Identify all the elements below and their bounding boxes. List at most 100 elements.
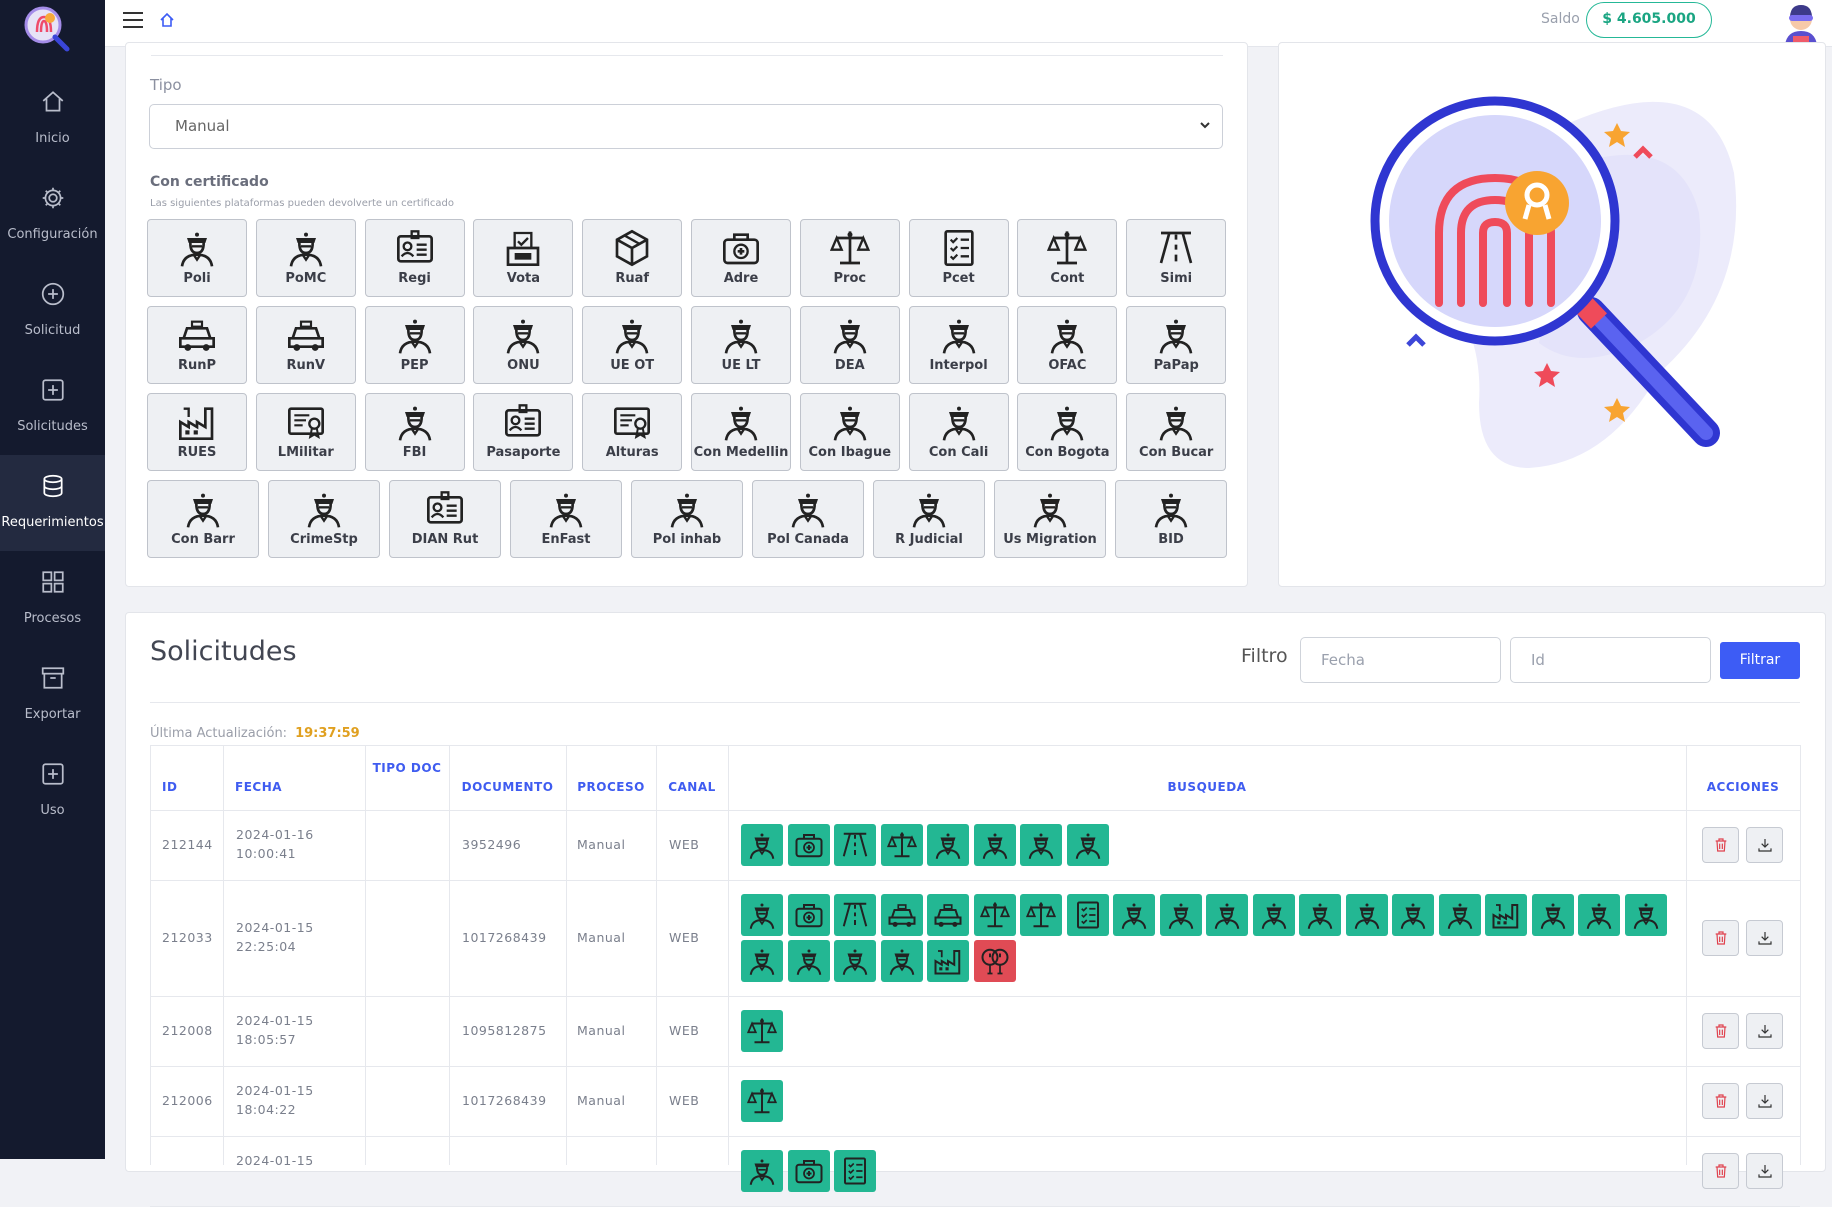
- busqueda-chip[interactable]: [1438, 894, 1481, 936]
- platform-cont[interactable]: Cont: [1017, 219, 1118, 297]
- column-header[interactable]: FECHA: [223, 778, 365, 796]
- fecha-filter-input[interactable]: Fecha: [1300, 637, 1501, 683]
- saldo-button[interactable]: $ 4.605.000: [1586, 2, 1712, 38]
- platform-poli[interactable]: Poli: [147, 219, 247, 297]
- busqueda-chip[interactable]: [1252, 894, 1295, 936]
- column-header[interactable]: PROCESO: [566, 778, 656, 796]
- nav-item-solicitudes[interactable]: Solicitudes: [0, 359, 105, 455]
- busqueda-chip[interactable]: [927, 940, 969, 982]
- home-icon[interactable]: [159, 12, 175, 28]
- busqueda-chip[interactable]: [741, 1010, 783, 1052]
- busqueda-chip[interactable]: [834, 894, 876, 936]
- platform-runp[interactable]: RunP: [147, 306, 247, 384]
- nav-item-configuración[interactable]: Configuración: [0, 167, 105, 263]
- platform-rues[interactable]: RUES: [147, 393, 247, 471]
- platform-fbi[interactable]: FBI: [364, 393, 465, 471]
- busqueda-chip[interactable]: [741, 894, 783, 936]
- delete-button[interactable]: [1702, 1013, 1739, 1049]
- column-header[interactable]: CANAL: [656, 778, 728, 796]
- column-header[interactable]: ACCIONES: [1686, 778, 1800, 796]
- nav-item-procesos[interactable]: Procesos: [0, 551, 105, 647]
- platform-con-bogota[interactable]: Con Bogota: [1017, 393, 1118, 471]
- platform-dea[interactable]: DEA: [799, 306, 900, 384]
- platform-ue-lt[interactable]: UE LT: [691, 306, 791, 384]
- busqueda-chip[interactable]: [787, 894, 830, 936]
- delete-button[interactable]: [1702, 1153, 1739, 1189]
- busqueda-chip[interactable]: [973, 824, 1016, 866]
- platform-papap[interactable]: PaPap: [1126, 306, 1227, 384]
- platform-runv[interactable]: RunV: [255, 306, 356, 384]
- delete-button[interactable]: [1702, 920, 1739, 956]
- column-header[interactable]: BUSQUEDA: [728, 778, 1686, 796]
- busqueda-chip[interactable]: [741, 1080, 783, 1122]
- platform-ruaf[interactable]: Ruaf: [582, 219, 683, 297]
- platform-ue-ot[interactable]: UE OT: [582, 306, 683, 384]
- busqueda-chip[interactable]: [1066, 894, 1109, 936]
- platform-alturas[interactable]: Alturas: [582, 393, 683, 471]
- platform-ofac[interactable]: OFAC: [1017, 306, 1118, 384]
- busqueda-chip[interactable]: [927, 824, 969, 866]
- platform-lmilitar[interactable]: LMilitar: [255, 393, 356, 471]
- download-button[interactable]: [1746, 1083, 1783, 1119]
- busqueda-chip[interactable]: [787, 1150, 830, 1192]
- busqueda-chip[interactable]: [741, 940, 783, 982]
- column-header[interactable]: ID: [150, 778, 223, 796]
- busqueda-chip[interactable]: [1020, 824, 1062, 866]
- platform-vota[interactable]: Vota: [473, 219, 574, 297]
- busqueda-chip[interactable]: [880, 940, 923, 982]
- platform-pasaporte[interactable]: Pasaporte: [473, 393, 574, 471]
- platform-pol-inhab[interactable]: Pol inhab: [631, 480, 743, 558]
- column-header[interactable]: DOCUMENTO: [449, 778, 566, 796]
- platform-pcet[interactable]: Pcet: [908, 219, 1009, 297]
- platform-con-bucar[interactable]: Con Bucar: [1126, 393, 1227, 471]
- busqueda-chip[interactable]: [1345, 894, 1388, 936]
- busqueda-chip[interactable]: [787, 940, 830, 982]
- column-header[interactable]: TIPO DOC: [365, 759, 449, 777]
- busqueda-chip[interactable]: [741, 824, 783, 866]
- busqueda-chip[interactable]: [1299, 894, 1341, 936]
- nav-item-uso[interactable]: Uso: [0, 743, 105, 839]
- busqueda-chip[interactable]: [973, 940, 1016, 982]
- busqueda-chip[interactable]: [880, 824, 923, 866]
- download-button[interactable]: [1746, 920, 1783, 956]
- platform-enfast[interactable]: EnFast: [510, 480, 622, 558]
- platform-bid[interactable]: BID: [1115, 480, 1227, 558]
- busqueda-chip[interactable]: [834, 1150, 876, 1192]
- busqueda-chip[interactable]: [1485, 894, 1527, 936]
- platform-con-barr[interactable]: Con Barr: [147, 480, 259, 558]
- platform-interpol[interactable]: Interpol: [908, 306, 1009, 384]
- busqueda-chip[interactable]: [834, 824, 876, 866]
- menu-icon[interactable]: [122, 11, 144, 29]
- busqueda-chip[interactable]: [1020, 894, 1062, 936]
- logo-icon[interactable]: [22, 4, 72, 54]
- platform-pomc[interactable]: PoMC: [255, 219, 356, 297]
- platform-regi[interactable]: Regi: [364, 219, 465, 297]
- platform-proc[interactable]: Proc: [799, 219, 900, 297]
- avatar[interactable]: [1779, 1, 1823, 45]
- nav-item-exportar[interactable]: Exportar: [0, 647, 105, 743]
- busqueda-chip[interactable]: [1624, 894, 1667, 936]
- platform-us-migration[interactable]: Us Migration: [994, 480, 1106, 558]
- filtrar-button[interactable]: Filtrar: [1720, 642, 1800, 679]
- download-button[interactable]: [1746, 827, 1783, 863]
- busqueda-chip[interactable]: [1578, 894, 1620, 936]
- platform-pep[interactable]: PEP: [364, 306, 465, 384]
- platform-adre[interactable]: Adre: [691, 219, 791, 297]
- busqueda-chip[interactable]: [1531, 894, 1574, 936]
- id-filter-input[interactable]: Id: [1510, 637, 1711, 683]
- download-button[interactable]: [1746, 1153, 1783, 1189]
- busqueda-chip[interactable]: [1392, 894, 1434, 936]
- busqueda-chip[interactable]: [834, 940, 876, 982]
- busqueda-chip[interactable]: [1159, 894, 1202, 936]
- platform-r-judicial[interactable]: R Judicial: [873, 480, 985, 558]
- download-button[interactable]: [1746, 1013, 1783, 1049]
- platform-pol-canada[interactable]: Pol Canada: [752, 480, 864, 558]
- platform-con-ibague[interactable]: Con Ibague: [799, 393, 900, 471]
- nav-item-solicitud[interactable]: Solicitud: [0, 263, 105, 359]
- delete-button[interactable]: [1702, 827, 1739, 863]
- tipo-select[interactable]: Manual: [149, 104, 1223, 149]
- delete-button[interactable]: [1702, 1083, 1739, 1119]
- platform-con-medellin[interactable]: Con Medellin: [691, 393, 791, 471]
- platform-con-cali[interactable]: Con Cali: [908, 393, 1009, 471]
- busqueda-chip[interactable]: [880, 894, 923, 936]
